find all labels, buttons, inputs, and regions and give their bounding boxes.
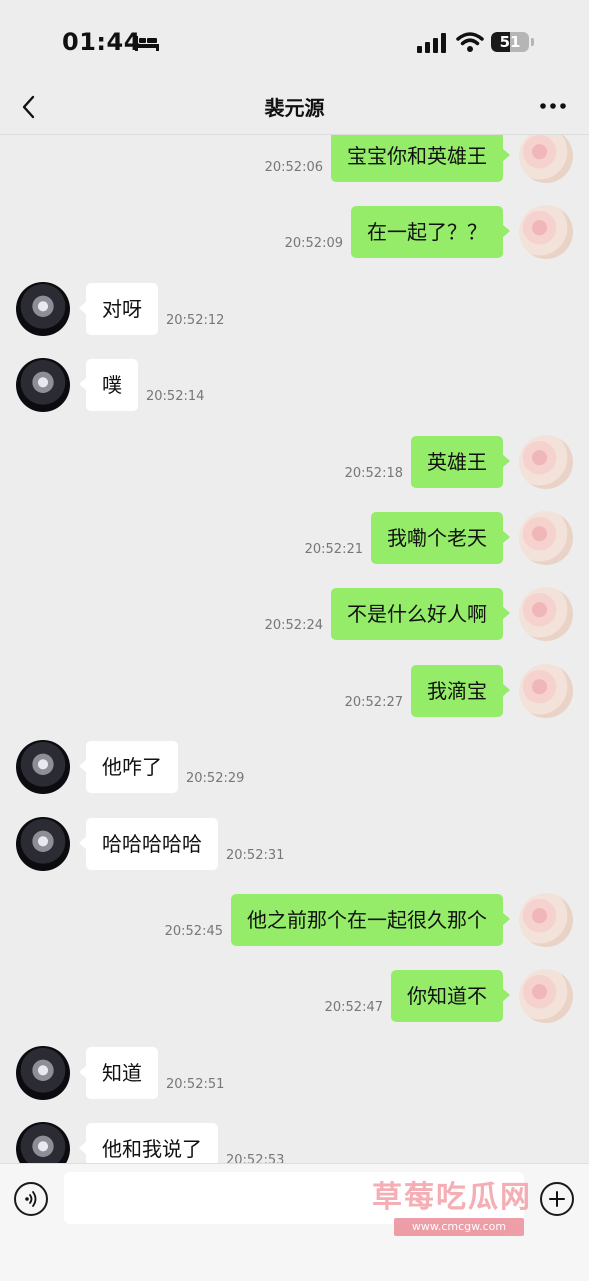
status-time: 01:44	[62, 28, 141, 56]
my-avatar[interactable]	[519, 135, 573, 183]
message-timestamp: 20:52:47	[324, 1000, 383, 1015]
message-bubble[interactable]: 他和我说了	[79, 1123, 218, 1163]
my-avatar[interactable]	[519, 511, 573, 565]
message-bubble[interactable]: 噗	[79, 359, 138, 411]
received-message: 知道 20:52:51	[0, 1046, 589, 1107]
my-avatar[interactable]	[519, 893, 573, 947]
sent-message: 你知道不 20:52:47	[0, 969, 589, 1030]
signal-icon	[417, 33, 446, 53]
my-avatar[interactable]	[519, 435, 573, 489]
message-timestamp: 20:52:53	[226, 1153, 285, 1163]
bed-icon	[135, 36, 159, 51]
watermark: 草莓吃瓜网 www.cmcgw.com	[372, 1172, 552, 1242]
message-timestamp: 20:52:45	[164, 924, 223, 939]
status-bar: 01:44 51	[0, 0, 589, 80]
sent-message: 不是什么好人啊 20:52:24	[0, 587, 589, 648]
message-bubble[interactable]: 知道	[79, 1047, 158, 1099]
contact-avatar[interactable]	[16, 282, 70, 336]
wifi-icon	[456, 32, 484, 52]
message-timestamp: 20:52:12	[166, 313, 225, 328]
message-timestamp: 20:52:09	[284, 236, 343, 251]
watermark-url: www.cmcgw.com	[394, 1218, 524, 1236]
message-bubble[interactable]: 不是什么好人啊	[331, 588, 510, 640]
received-message: 哈哈哈哈哈 20:52:31	[0, 817, 589, 878]
message-timestamp: 20:52:14	[146, 389, 205, 404]
my-avatar[interactable]	[519, 969, 573, 1023]
message-bubble[interactable]: 我滴宝	[411, 665, 510, 717]
sent-message: 我嘞个老天 20:52:21	[0, 511, 589, 572]
contact-avatar[interactable]	[16, 358, 70, 412]
message-bubble[interactable]: 在一起了？？	[351, 206, 510, 258]
message-timestamp: 20:52:24	[264, 618, 323, 633]
contact-avatar[interactable]	[16, 740, 70, 794]
message-timestamp: 20:52:31	[226, 848, 285, 863]
message-timestamp: 20:52:27	[344, 695, 403, 710]
chat-header: 裴元源	[0, 80, 589, 135]
received-message: 他咋了 20:52:29	[0, 740, 589, 801]
message-bubble[interactable]: 对呀	[79, 283, 158, 335]
message-timestamp: 20:52:21	[304, 542, 363, 557]
battery-level: 51	[499, 33, 521, 51]
message-bubble[interactable]: 他咋了	[79, 741, 178, 793]
my-avatar[interactable]	[519, 205, 573, 259]
message-bubble[interactable]: 你知道不	[391, 970, 510, 1022]
message-list[interactable]: 宝宝你和英雄王 20:52:06 在一起了？？ 20:52:09 对呀 20:52:12 噗…	[0, 135, 589, 1163]
received-message: 噗 20:52:14	[0, 358, 589, 419]
message-timestamp: 20:52:51	[166, 1077, 225, 1092]
received-message: 对呀 20:52:12	[0, 282, 589, 343]
chat-title: 裴元源	[264, 96, 325, 120]
message-bubble[interactable]: 哈哈哈哈哈	[79, 818, 218, 870]
my-avatar[interactable]	[519, 587, 573, 641]
message-bubble[interactable]: 英雄王	[411, 436, 510, 488]
sent-message: 宝宝你和英雄王 20:52:06	[0, 135, 589, 190]
message-bubble[interactable]: 宝宝你和英雄王	[331, 135, 510, 182]
voice-icon[interactable]	[14, 1182, 48, 1216]
contact-avatar[interactable]	[16, 817, 70, 871]
my-avatar[interactable]	[519, 664, 573, 718]
sent-message: 他之前那个在一起很久那个 20:52:45	[0, 893, 589, 954]
sent-message: 在一起了？？ 20:52:09	[0, 205, 589, 266]
more-horizontal-icon[interactable]	[539, 94, 567, 118]
sent-message: 英雄王 20:52:18	[0, 435, 589, 496]
message-timestamp: 20:52:06	[264, 160, 323, 175]
sent-message: 我滴宝 20:52:27	[0, 664, 589, 725]
message-bubble[interactable]: 我嘞个老天	[371, 512, 510, 564]
watermark-text: 草莓吃瓜网	[372, 1180, 532, 1215]
message-timestamp: 20:52:29	[186, 771, 245, 786]
contact-avatar[interactable]	[16, 1046, 70, 1100]
received-message: 他和我说了 20:52:53	[0, 1122, 589, 1163]
message-timestamp: 20:52:18	[344, 466, 403, 481]
contact-avatar[interactable]	[16, 1122, 70, 1163]
message-bubble[interactable]: 他之前那个在一起很久那个	[231, 894, 510, 946]
